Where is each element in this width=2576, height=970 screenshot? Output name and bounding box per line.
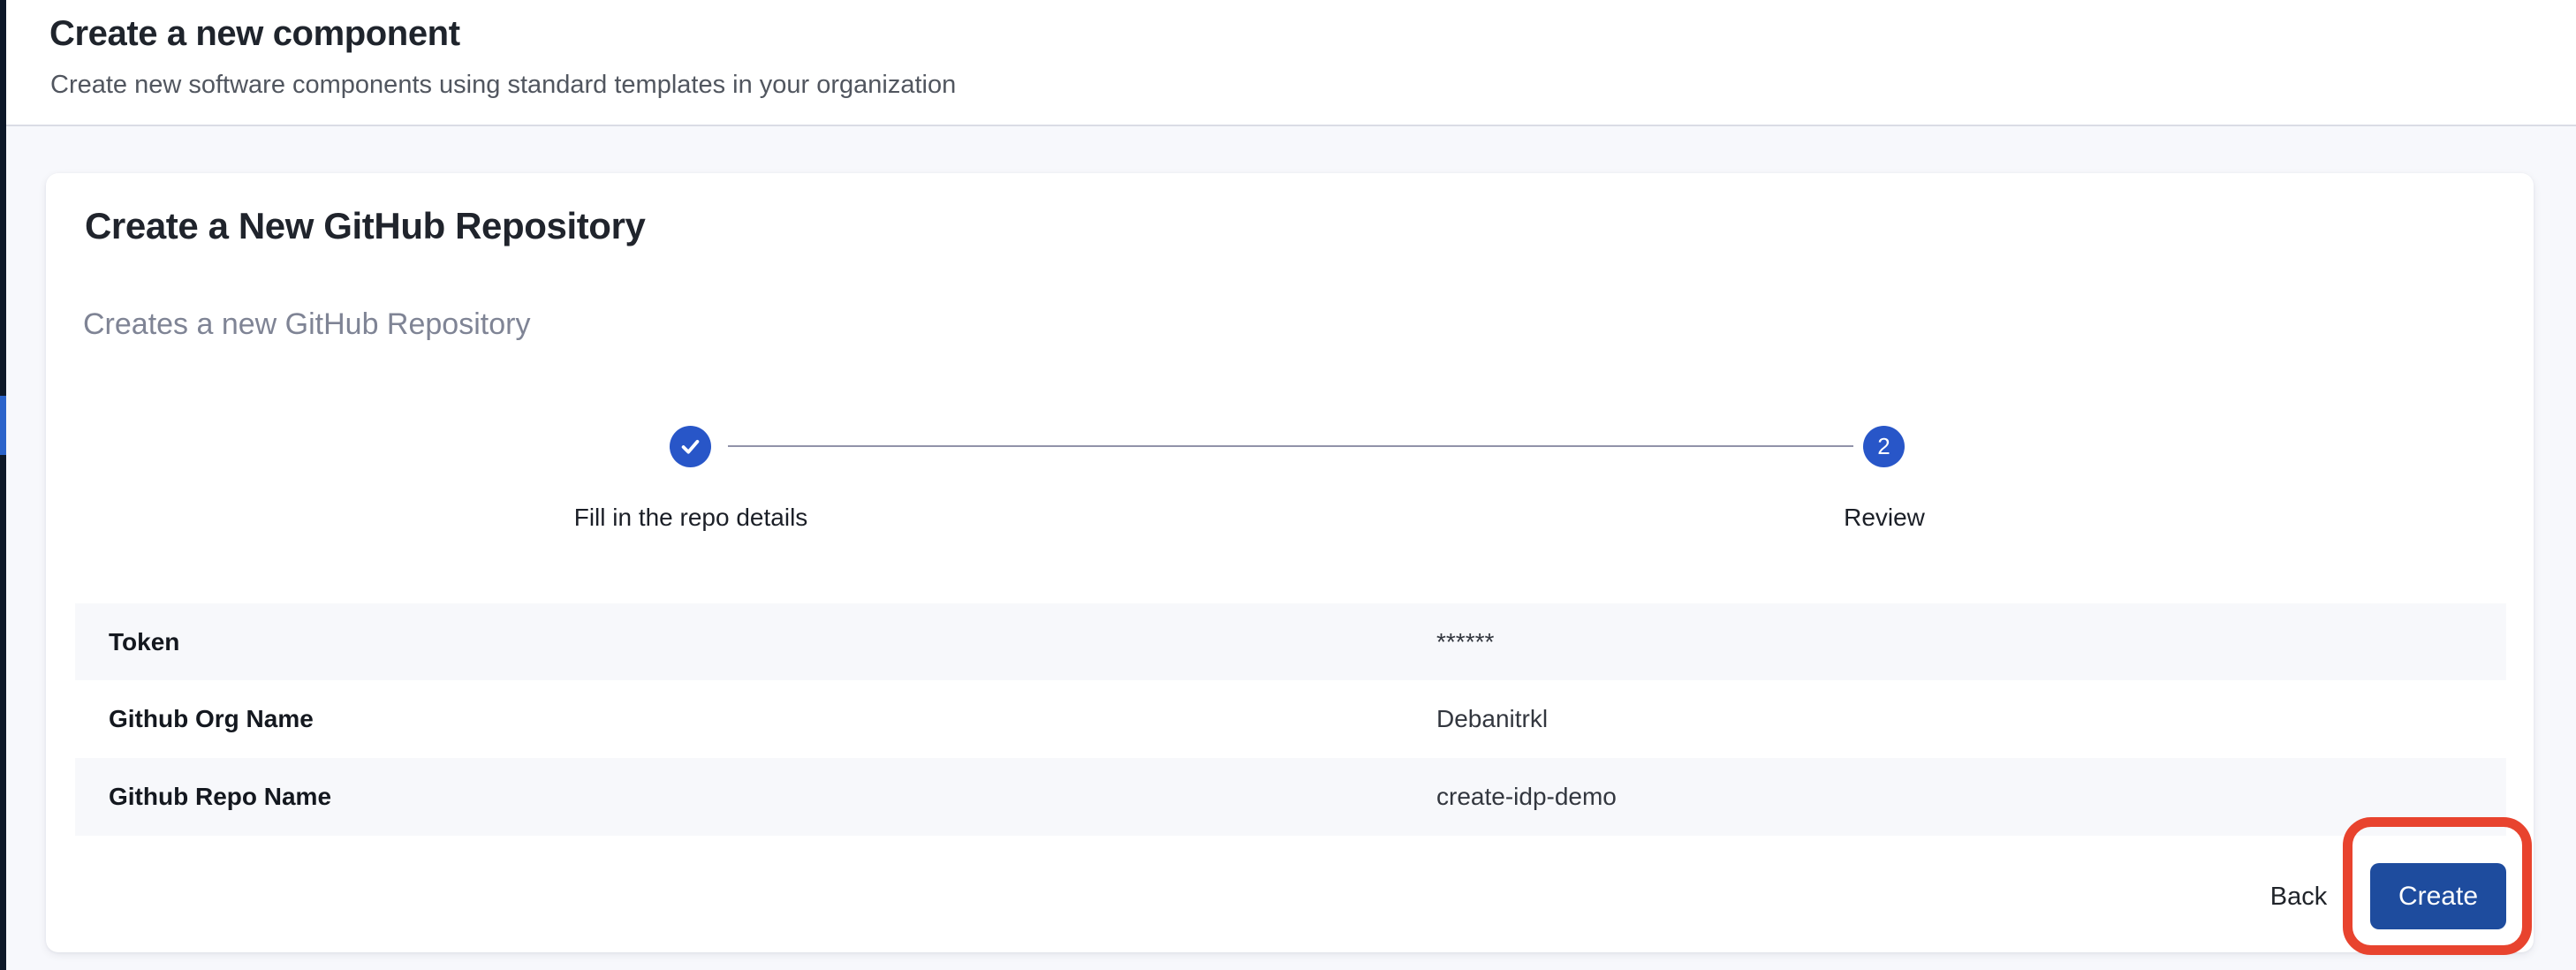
step-1-label: Fill in the repo details <box>574 504 808 532</box>
sidebar-active-indicator <box>0 396 6 455</box>
step-2-label: Review <box>1844 504 1925 532</box>
screen: Create a new component Create new softwa… <box>0 0 2576 970</box>
page-subtitle: Create new software components using sta… <box>50 71 956 100</box>
step-2-active-circle: 2 <box>1863 426 1905 467</box>
table-row-token: Token ****** <box>75 603 2506 680</box>
sidebar-strip <box>0 0 6 970</box>
card-title: Create a New GitHub Repository <box>85 205 645 247</box>
row-value: Debanitrkl <box>1436 705 1548 733</box>
back-button[interactable]: Back <box>2249 874 2348 920</box>
row-value: create-idp-demo <box>1436 783 1617 811</box>
row-label: Github Org Name <box>109 705 1436 733</box>
table-row-github-repo-name: Github Repo Name create-idp-demo <box>75 758 2506 836</box>
check-icon <box>678 435 702 458</box>
page-header: Create a new component Create new softwa… <box>0 0 2576 126</box>
row-label: Github Repo Name <box>109 783 1436 811</box>
row-value: ****** <box>1436 628 1494 656</box>
create-button[interactable]: Create <box>2370 863 2506 929</box>
step-2-number: 2 <box>1877 433 1890 460</box>
step-1-completed-circle <box>670 426 711 467</box>
stepper-connector-line <box>728 445 1853 447</box>
review-table: Token ****** Github Org Name Debanitrkl … <box>75 603 2506 836</box>
table-row-github-org-name: Github Org Name Debanitrkl <box>75 680 2506 758</box>
card-subtitle: Creates a new GitHub Repository <box>83 307 530 342</box>
row-label: Token <box>109 628 1436 656</box>
template-wizard-card: Create a New GitHub Repository Creates a… <box>46 173 2534 952</box>
page-title: Create a new component <box>49 14 460 54</box>
